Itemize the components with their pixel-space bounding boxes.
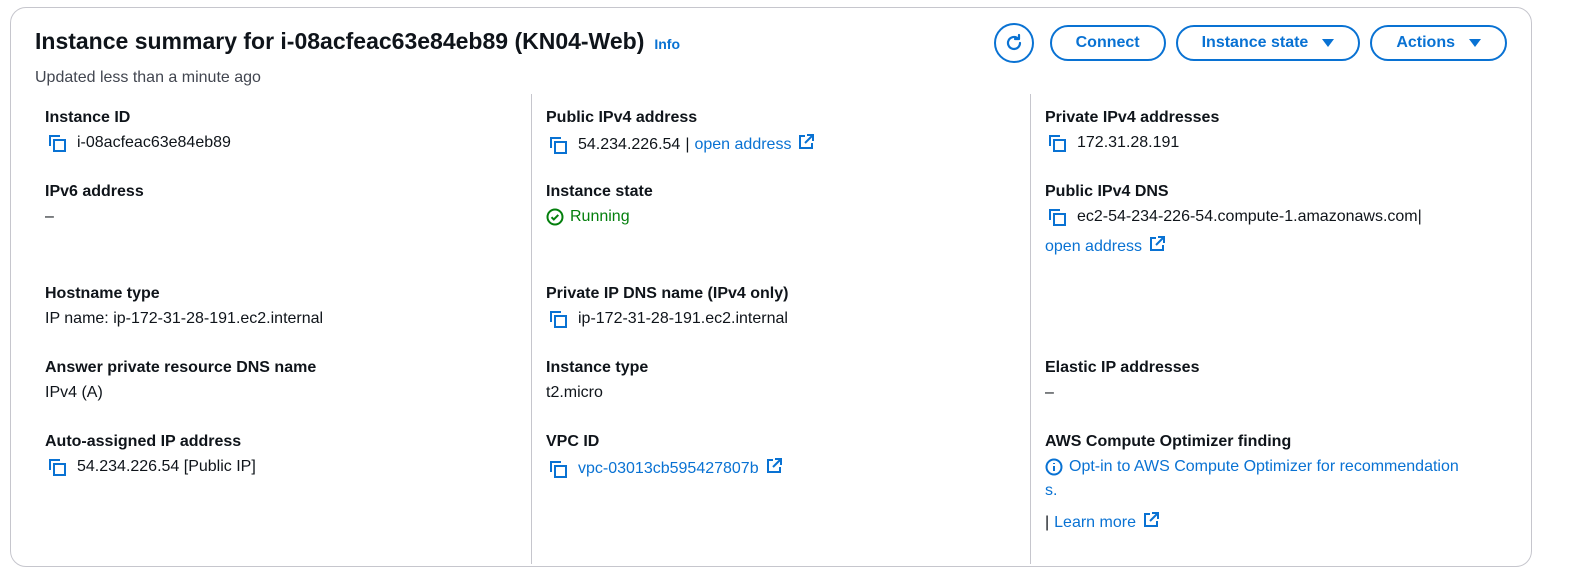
details-column-2: Public IPv4 address 54.234.226.54 | open… — [531, 94, 1026, 564]
field-instance-id: Instance ID i-08acfeac63e84eb89 — [45, 108, 495, 153]
external-link-icon — [797, 133, 815, 157]
field-public-ipv4: Public IPv4 address 54.234.226.54 | open… — [546, 108, 1026, 157]
field-instance-type: Instance type t2.micro — [546, 358, 1026, 403]
separator: | — [1417, 208, 1422, 225]
instance-state-dropdown[interactable]: Instance state — [1175, 25, 1361, 61]
field-label: Instance state — [546, 183, 653, 200]
field-label: IPv6 address — [45, 183, 144, 200]
instance-id-value: i-08acfeac63e84eb89 — [77, 134, 231, 151]
details-column-1: Instance ID i-08acfeac63e84eb89 IPv6 add… — [45, 94, 495, 564]
copy-icon[interactable] — [546, 459, 568, 479]
copy-icon[interactable] — [1045, 133, 1067, 153]
private-dns-value: ip-172-31-28-191.ec2.internal — [578, 310, 788, 327]
actions-label: Actions — [1396, 34, 1455, 51]
answer-dns-value: IPv4 (A) — [45, 384, 103, 401]
separator: | — [685, 136, 690, 153]
field-label: Private IPv4 addresses — [1045, 109, 1220, 126]
caret-down-icon — [1322, 39, 1335, 47]
field-instance-state: Instance state Running — [546, 182, 1026, 227]
connect-label: Connect — [1075, 34, 1140, 51]
field-label: Answer private resource DNS name — [45, 359, 317, 376]
details-column-3: Private IPv4 addresses 172.31.28.191 Pub… — [1030, 94, 1525, 564]
info-link[interactable]: Info — [654, 36, 680, 52]
vpc-id-link[interactable]: vpc-03013cb595427807b — [578, 459, 759, 479]
field-label: Hostname type — [45, 285, 160, 302]
field-label: Instance ID — [45, 109, 131, 126]
last-updated-text: Updated less than a minute ago — [35, 69, 261, 86]
copy-icon[interactable] — [1045, 207, 1067, 227]
title-row: Instance summary for i-08acfeac63e84eb89… — [35, 28, 680, 55]
auto-ip-value: 54.234.226.54 [Public IP] — [77, 458, 256, 475]
copy-icon[interactable] — [546, 309, 568, 329]
field-elastic-ip: Elastic IP addresses – — [1045, 358, 1525, 403]
caret-down-icon — [1469, 39, 1481, 47]
instance-type-value: t2.micro — [546, 384, 603, 401]
separator: | — [1045, 514, 1050, 531]
field-label: Private IP DNS name (IPv4 only) — [546, 285, 789, 302]
field-ipv6: IPv6 address – — [45, 182, 495, 227]
connect-button[interactable]: Connect — [1049, 25, 1166, 61]
private-ipv4-value: 172.31.28.191 — [1077, 134, 1180, 151]
ipv6-value: – — [45, 208, 54, 225]
field-public-dns: Public IPv4 DNS ec2-54-234-226-54.comput… — [1045, 182, 1525, 259]
optimizer-opt-in-link-tail[interactable]: s. — [1045, 481, 1057, 501]
field-answer-dns: Answer private resource DNS name IPv4 (A… — [45, 358, 495, 403]
instance-state-value: Running — [570, 208, 630, 225]
hostname-type-value: IP name: ip-172-31-28-191.ec2.internal — [45, 310, 324, 327]
field-hostname-type: Hostname type IP name: ip-172-31-28-191.… — [45, 284, 495, 329]
field-label: VPC ID — [546, 433, 600, 450]
field-label: Public IPv4 address — [546, 109, 698, 126]
field-private-ipv4: Private IPv4 addresses 172.31.28.191 — [1045, 108, 1525, 153]
learn-more-link[interactable]: Learn more — [1054, 513, 1136, 533]
field-label: Elastic IP addresses — [1045, 359, 1200, 376]
check-circle-icon — [546, 208, 564, 226]
field-label: Public IPv4 DNS — [1045, 183, 1169, 200]
actions-dropdown[interactable]: Actions — [1370, 25, 1507, 61]
field-label: Auto-assigned IP address — [45, 433, 242, 450]
field-auto-ip: Auto-assigned IP address 54.234.226.54 [… — [45, 432, 495, 477]
public-dns-value: ec2-54-234-226-54.compute-1.amazonaws.co… — [1077, 208, 1418, 225]
refresh-button[interactable] — [993, 23, 1034, 63]
header-actions: Connect Instance state Actions — [993, 23, 1507, 63]
copy-icon[interactable] — [45, 457, 67, 477]
elastic-ip-value: – — [1045, 384, 1054, 401]
instance-state-label: Instance state — [1201, 34, 1309, 51]
field-label: AWS Compute Optimizer finding — [1045, 433, 1292, 450]
copy-icon[interactable] — [546, 135, 568, 155]
external-link-icon — [765, 457, 783, 481]
refresh-icon — [1006, 33, 1021, 51]
field-label: Instance type — [546, 359, 649, 376]
open-address-link[interactable]: open address — [694, 135, 791, 155]
field-private-dns: Private IP DNS name (IPv4 only) ip-172-3… — [546, 284, 1026, 329]
public-ipv4-value: 54.234.226.54 — [578, 136, 681, 153]
copy-icon[interactable] — [45, 133, 67, 153]
open-address-link[interactable]: open address — [1045, 237, 1142, 257]
page-title: Instance summary for i-08acfeac63e84eb89… — [35, 28, 645, 54]
info-circle-icon — [1045, 458, 1063, 476]
external-link-icon — [1148, 235, 1166, 259]
external-link-icon — [1142, 511, 1160, 535]
optimizer-opt-in-link[interactable]: Opt-in to AWS Compute Optimizer for reco… — [1069, 457, 1459, 477]
instance-summary-panel: Instance summary for i-08acfeac63e84eb89… — [10, 7, 1532, 567]
field-vpc-id: VPC ID vpc-03013cb595427807b — [546, 432, 1026, 481]
field-optimizer: AWS Compute Optimizer finding Opt-in to … — [1045, 432, 1525, 535]
